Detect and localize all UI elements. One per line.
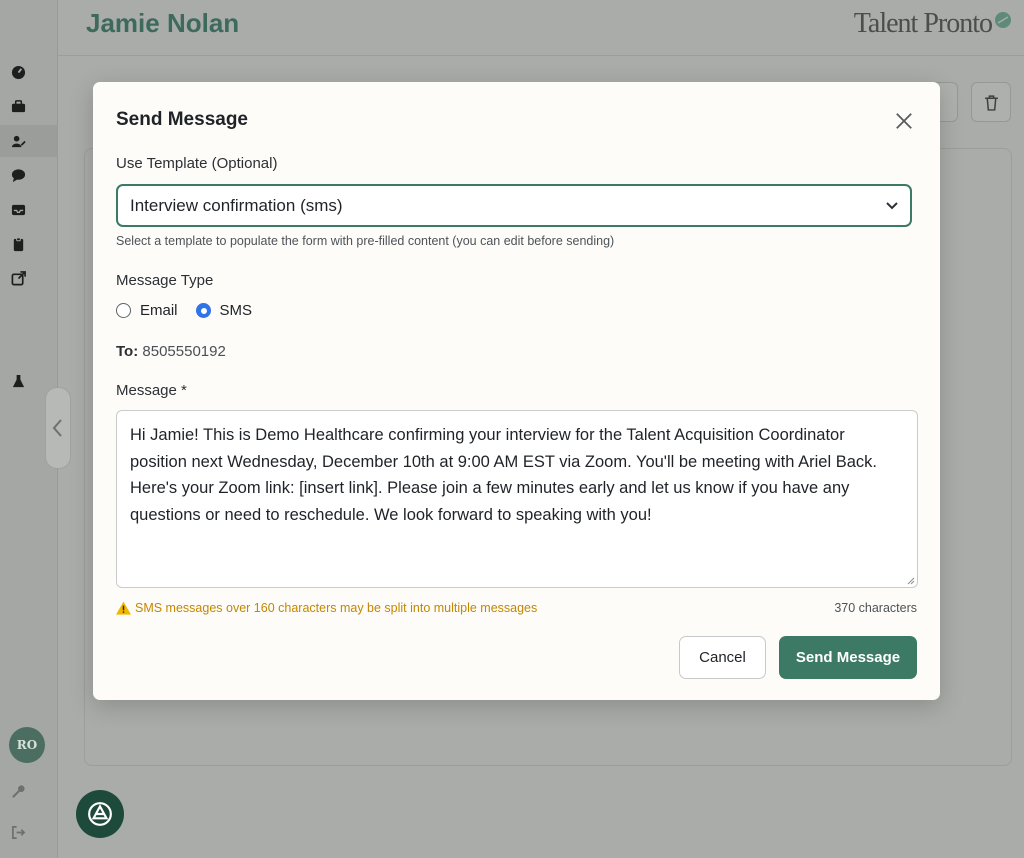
- message-textarea[interactable]: Hi Jamie! This is Demo Healthcare confir…: [116, 410, 918, 588]
- key-icon[interactable]: [9, 782, 27, 800]
- radio-option-sms[interactable]: SMS: [195, 302, 253, 319]
- to-phone-number: 8505550192: [142, 343, 226, 360]
- send-message-modal: Send Message Use Template (Optional) Int…: [93, 82, 940, 700]
- page-title: Jamie Nolan: [86, 8, 240, 38]
- message-type-label: Message Type: [116, 272, 214, 289]
- recipient-line: To: 8505550192: [116, 343, 226, 360]
- delete-button[interactable]: [971, 82, 1011, 122]
- external-link-icon[interactable]: [9, 269, 27, 287]
- close-button[interactable]: [892, 109, 916, 133]
- character-count: 370 characters: [834, 601, 917, 615]
- assistant-logo-icon: [88, 802, 112, 826]
- sms-length-warning: SMS messages over 160 characters may be …: [116, 601, 537, 615]
- resize-grip-icon[interactable]: [907, 577, 915, 585]
- message-type-radio-group: Email SMS: [116, 302, 270, 319]
- briefcase-icon[interactable]: [9, 97, 27, 115]
- logout-icon[interactable]: [9, 823, 27, 841]
- send-message-button[interactable]: Send Message: [779, 636, 917, 679]
- chevron-left-icon: [52, 419, 62, 437]
- cancel-button[interactable]: Cancel: [679, 636, 766, 679]
- to-label: To:: [116, 343, 139, 360]
- radio-sms[interactable]: [195, 303, 211, 318]
- brand-logo-text: Talent Pronto: [853, 8, 993, 39]
- radio-sms-label: SMS: [219, 302, 253, 319]
- chat-bubble-icon[interactable]: [9, 166, 27, 184]
- flask-icon[interactable]: [9, 372, 27, 390]
- avatar[interactable]: RO: [9, 727, 45, 763]
- template-select[interactable]: Interview confirmation (sms): [116, 184, 912, 227]
- candidate-edit-icon[interactable]: [9, 132, 27, 150]
- template-hint: Select a template to populate the form w…: [116, 234, 615, 248]
- inbox-icon[interactable]: [9, 200, 27, 218]
- brand-logo-icon: [995, 12, 1011, 28]
- clipboard-icon[interactable]: [9, 235, 27, 253]
- message-label: Message *: [116, 382, 187, 399]
- radio-email-label: Email: [140, 302, 178, 319]
- modal-title: Send Message: [116, 109, 248, 130]
- template-select-value: Interview confirmation (sms): [130, 195, 343, 215]
- assistant-fab[interactable]: [76, 790, 124, 838]
- warning-icon: [116, 601, 131, 615]
- sms-warning-text: SMS messages over 160 characters may be …: [135, 601, 538, 615]
- close-icon: [896, 113, 912, 129]
- trash-icon: [984, 94, 998, 111]
- message-text: Hi Jamie! This is Demo Healthcare confir…: [130, 426, 877, 524]
- chevron-down-icon: [886, 202, 898, 210]
- radio-option-email[interactable]: Email: [116, 302, 178, 319]
- sidebar-collapse-handle[interactable]: [45, 387, 71, 469]
- dashboard-icon[interactable]: [9, 63, 27, 81]
- radio-email[interactable]: [116, 303, 131, 318]
- template-label: Use Template (Optional): [116, 155, 278, 172]
